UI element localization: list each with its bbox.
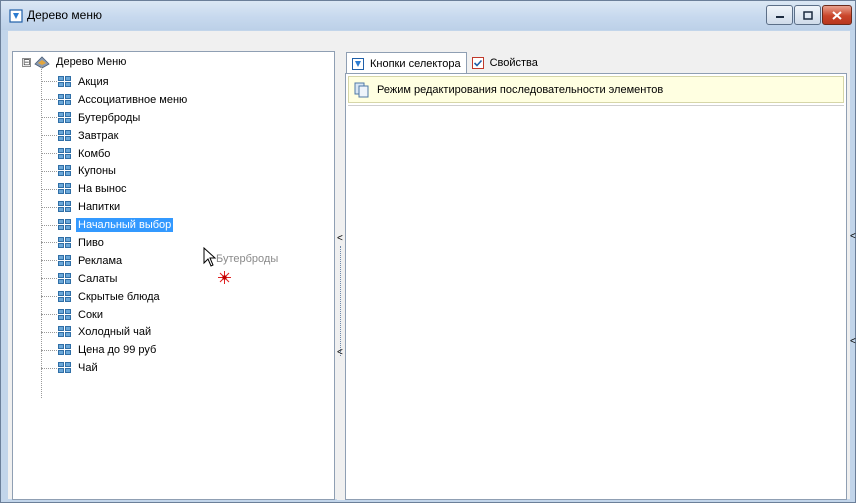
tree-item[interactable]: Холодный чай xyxy=(36,323,326,341)
grid-icon xyxy=(58,362,72,374)
grid-icon xyxy=(58,129,72,142)
tree-item-label: Пиво xyxy=(78,236,104,249)
grid-icon xyxy=(58,308,72,321)
splitter-grip xyxy=(340,246,341,356)
grid-icon xyxy=(58,326,72,338)
maximize-button[interactable] xyxy=(794,5,821,25)
menu-tree-icon xyxy=(9,9,23,23)
hint-text: Режим редактирования последовательности … xyxy=(377,83,664,96)
maximize-icon xyxy=(802,10,813,20)
tree-item-label: Купоны xyxy=(78,165,116,178)
tree-item[interactable]: Чай xyxy=(36,359,326,377)
grid-icon xyxy=(58,111,72,124)
grid-icon xyxy=(58,236,72,249)
tree-item-label: На вынос xyxy=(78,183,127,196)
splitter-collapse-left-icon-2[interactable]: < xyxy=(337,347,343,358)
minimize-icon xyxy=(775,16,784,18)
grid-icon xyxy=(58,147,72,160)
grid-icon xyxy=(58,272,72,285)
minimize-button[interactable] xyxy=(766,5,793,25)
tab-properties[interactable]: Свойства xyxy=(467,52,543,73)
grid-icon xyxy=(58,201,72,213)
tree-item-selected[interactable]: Начальный выбор xyxy=(36,216,326,234)
divider xyxy=(348,105,844,106)
tree-item[interactable]: На вынос xyxy=(36,180,326,198)
main-window: Дерево меню ⊟ Дерево Меню Акция Ассоциат… xyxy=(0,0,856,503)
tree-item[interactable]: Скрытые блюда xyxy=(36,288,326,306)
tab-strip: Кнопки селектора Свойства xyxy=(346,52,543,74)
grid-icon xyxy=(58,290,72,303)
title-bar[interactable]: Дерево меню xyxy=(1,1,855,30)
tree-root-label: Дерево Меню xyxy=(56,56,127,68)
tree-item-label: Салаты xyxy=(78,272,118,285)
tree-item-label: Холодный чай xyxy=(78,326,152,339)
grid-icon xyxy=(58,75,72,88)
grid-icon xyxy=(58,344,72,356)
tree-item-label: Соки xyxy=(78,308,104,321)
window-title: Дерево меню xyxy=(27,8,102,22)
tree-item-label: Завтрак xyxy=(78,129,119,142)
tree-item-label: Реклама xyxy=(78,254,123,267)
tree-item[interactable]: Комбо xyxy=(36,145,326,163)
collapse-toggle-icon[interactable]: ⊟ xyxy=(22,57,31,67)
tree-item-label: Чай xyxy=(78,362,98,375)
tree-item-label: Ассоциативное меню xyxy=(78,93,188,106)
close-icon xyxy=(832,10,842,20)
panel-splitter[interactable]: < < xyxy=(337,51,345,500)
tree-item[interactable]: Бутерброды xyxy=(36,109,326,127)
properties-checkbox-icon xyxy=(471,56,484,69)
tab-label: Свойства xyxy=(489,56,538,69)
tree-item[interactable]: Реклама xyxy=(36,252,326,270)
grid-icon xyxy=(58,254,72,267)
tree-item-label: Напитки xyxy=(78,201,121,214)
root-folder-icon xyxy=(34,56,50,69)
tree-item-label: Начальный выбор xyxy=(76,218,174,233)
tree-item[interactable]: Завтрак xyxy=(36,127,326,145)
drag-ghost-label: Бутерброды xyxy=(216,253,279,265)
right-collapse-icon[interactable]: < xyxy=(850,231,856,242)
selector-buttons-panel: Режим редактирования последовательности … xyxy=(345,73,847,500)
tab-selector-buttons[interactable]: Кнопки селектора xyxy=(346,52,467,74)
grid-icon xyxy=(58,165,72,177)
tree-item[interactable]: Напитки xyxy=(36,198,326,216)
tree-item-label: Акция xyxy=(78,75,109,88)
menu-tree[interactable]: ⊟ Дерево Меню Акция Ассоциативное меню Б… xyxy=(12,51,335,500)
tree-root[interactable]: ⊟ Дерево Меню xyxy=(22,54,128,70)
tree-items: Акция Ассоциативное меню Бутерброды Завт… xyxy=(36,73,326,377)
tab-label: Кнопки селектора xyxy=(370,57,461,70)
selector-buttons-icon xyxy=(352,57,364,70)
tree-item[interactable]: Акция xyxy=(36,73,326,91)
tree-item-label: Цена до 99 руб xyxy=(78,344,157,357)
grid-icon xyxy=(58,183,72,195)
grid-icon xyxy=(58,219,72,231)
edit-mode-hint: Режим редактирования последовательности … xyxy=(348,76,844,103)
mouse-cursor-icon xyxy=(203,247,217,267)
tree-item-label: Скрытые блюда xyxy=(78,290,160,303)
grid-icon xyxy=(58,93,72,106)
tree-item[interactable]: Соки xyxy=(36,306,326,324)
client-area: ⊟ Дерево Меню Акция Ассоциативное меню Б… xyxy=(8,31,856,500)
right-collapse-icon-2[interactable]: < xyxy=(850,336,856,347)
splitter-collapse-left-icon[interactable]: < xyxy=(337,233,343,244)
drop-target-icon xyxy=(218,271,231,284)
tree-item-label: Бутерброды xyxy=(78,111,141,124)
sequence-edit-icon xyxy=(354,82,369,97)
tree-item-label: Комбо xyxy=(78,147,111,160)
tree-item[interactable]: Ассоциативное меню xyxy=(36,91,326,109)
close-button[interactable] xyxy=(822,5,852,25)
tree-item[interactable]: Салаты xyxy=(36,270,326,288)
tree-item[interactable]: Цена до 99 руб xyxy=(36,341,326,359)
tree-item[interactable]: Купоны xyxy=(36,162,326,180)
tree-item[interactable]: Пиво xyxy=(36,234,326,252)
